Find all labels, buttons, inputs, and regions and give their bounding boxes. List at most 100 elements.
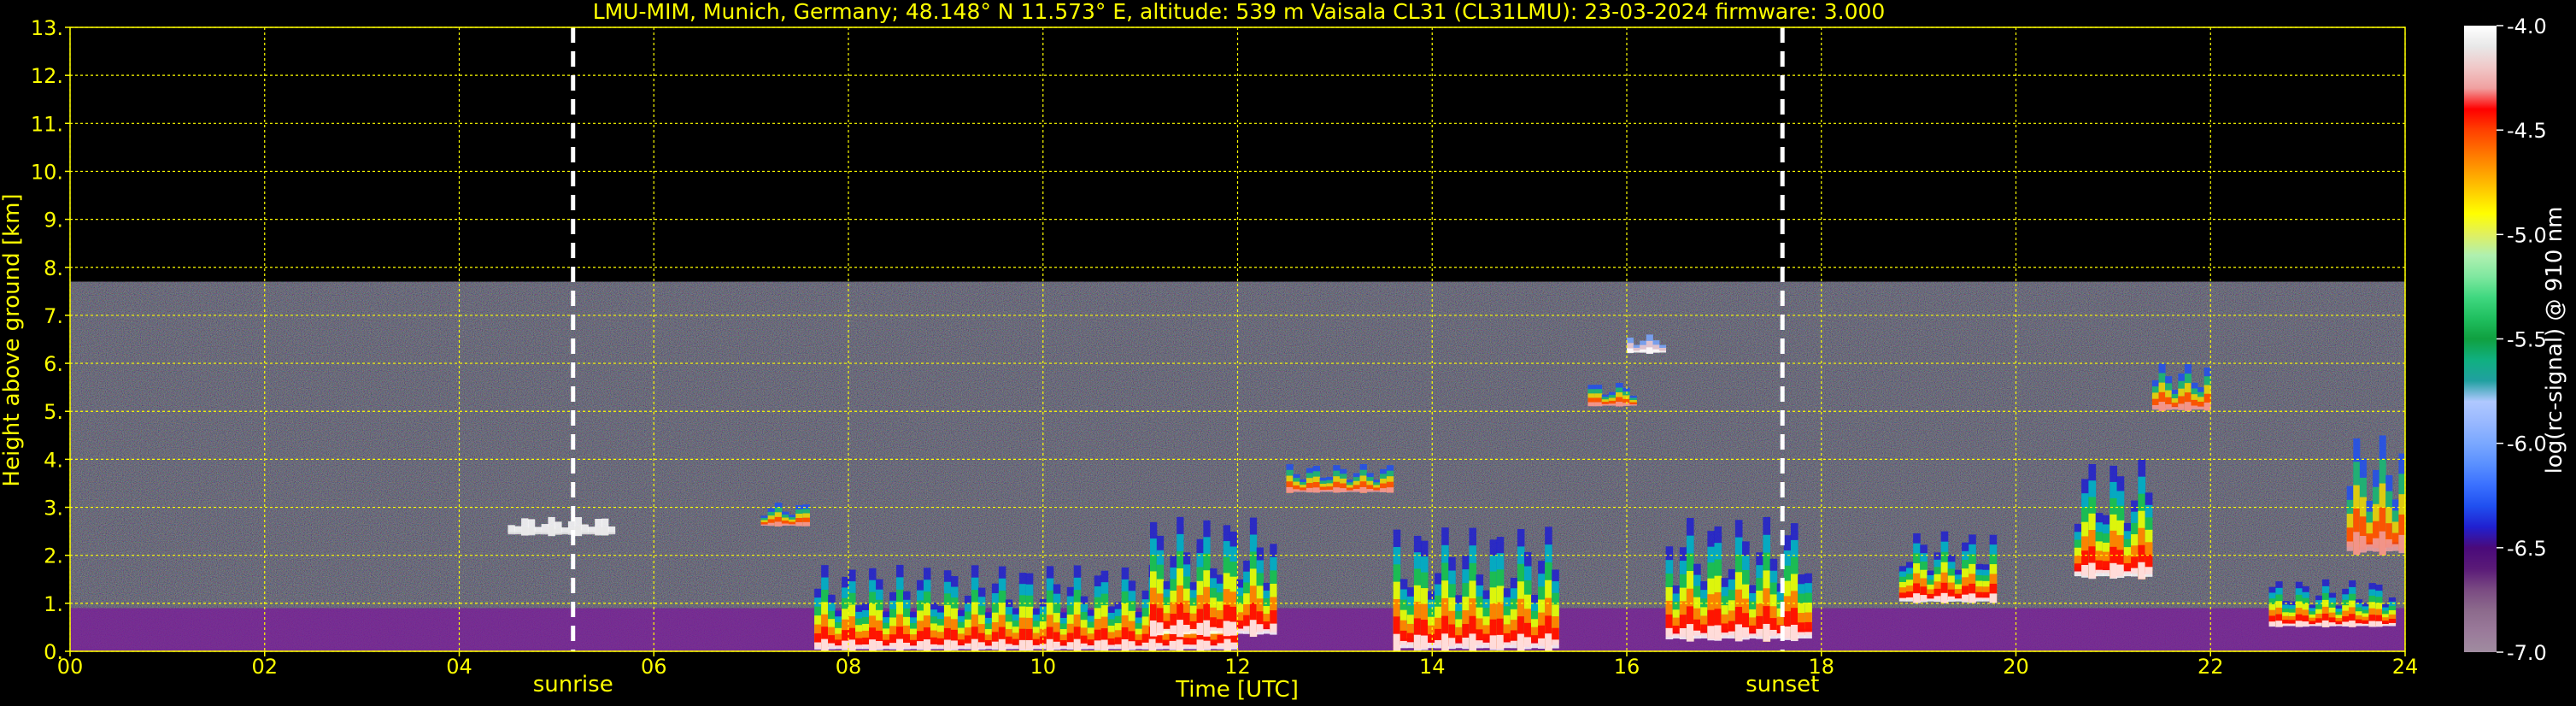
layer-segment — [1608, 403, 1617, 406]
layer-segment — [1707, 626, 1715, 641]
layer-segment — [2309, 624, 2316, 627]
layer-segment — [1420, 635, 1429, 650]
colorbar-tick-label: -6.0 — [2507, 432, 2547, 456]
layer-segment — [2346, 541, 2354, 551]
layer-segment — [1428, 642, 1435, 649]
layer-segment — [1756, 628, 1763, 639]
layer-segment — [1163, 628, 1171, 634]
y-tick-label: 10. — [31, 160, 63, 184]
layer-segment — [1189, 644, 1198, 650]
layer-segment — [1094, 640, 1102, 650]
layer-segment — [1517, 633, 1525, 651]
layer-segment — [855, 644, 863, 650]
layer-segment — [2088, 562, 2097, 580]
layer-segment — [2165, 404, 2173, 410]
layer-segment — [1448, 638, 1456, 650]
layer-segment — [1150, 620, 1158, 637]
layer-segment — [2373, 538, 2380, 552]
layer-segment — [1059, 645, 1068, 650]
colorbar-gradient — [2464, 26, 2497, 652]
layer-segment — [1300, 490, 1307, 492]
layer-segment — [1629, 404, 1637, 406]
layer-segment — [889, 643, 897, 650]
layer-segment — [1435, 639, 1442, 649]
layer-segment — [977, 642, 986, 650]
layer-segment — [2171, 407, 2179, 410]
layer-segment — [1386, 487, 1394, 493]
layer-segment — [1633, 350, 1640, 353]
layer-segment — [1210, 645, 1218, 650]
layer-segment — [1223, 621, 1231, 637]
layer-segment — [2375, 621, 2383, 627]
layer-segment — [1969, 593, 1976, 603]
layer-segment — [1230, 642, 1238, 650]
layer-segment — [2355, 623, 2363, 627]
y-tick-label: 3. — [44, 497, 63, 521]
layer-segment — [1326, 489, 1334, 492]
layer-segment — [1346, 490, 1354, 492]
layer-segment — [1927, 598, 1935, 602]
layer-segment — [555, 528, 562, 535]
layer-segment — [1462, 638, 1470, 650]
layer-segment — [1025, 639, 1034, 651]
layer-segment — [1319, 490, 1327, 492]
layer-segment — [1046, 638, 1054, 651]
layer-segment — [548, 527, 555, 537]
layer-segment — [1489, 635, 1498, 650]
layer-segment — [1203, 640, 1212, 650]
layer-segment — [930, 644, 938, 650]
layer-segment — [1658, 350, 1667, 353]
x-tick-label: 12 — [1224, 655, 1251, 679]
layer-segment — [2158, 402, 2166, 412]
colorbar: -4.0 -4.5 -5.0 -5.5 -6.0 -6.5 -7.0 log(rc-sign… — [2464, 15, 2567, 665]
layer-segment — [1012, 644, 1020, 650]
layer-segment — [1615, 402, 1623, 407]
layer-segment — [521, 527, 529, 536]
layer-segment — [1393, 633, 1401, 651]
x-tick-label: 02 — [251, 655, 278, 679]
layer-segment — [957, 645, 965, 650]
layer-segment — [1032, 644, 1041, 650]
layer-segment — [1333, 487, 1341, 493]
layer-segment — [1399, 640, 1408, 649]
plot-area — [69, 26, 2406, 652]
layer-segment — [595, 527, 602, 536]
layer-segment — [1380, 488, 1388, 492]
layer-segment — [574, 527, 583, 537]
y-tick-label: 13. — [31, 16, 63, 40]
layer-segment — [1128, 641, 1136, 650]
layer-segment — [1177, 620, 1184, 638]
colorbar-tick-label: -5.5 — [2507, 328, 2547, 352]
colorbar-tick-label: -7.0 — [2507, 641, 2547, 665]
layer-segment — [1804, 632, 1812, 639]
layer-segment — [883, 645, 890, 650]
layer-segment — [909, 645, 918, 650]
x-tick-label: 22 — [2198, 655, 2224, 679]
layer-segment — [781, 523, 789, 527]
layer-segment — [1982, 597, 1991, 602]
layer-segment — [1728, 631, 1736, 639]
layer-segment — [2116, 564, 2125, 579]
colorbar-tick-label: -4.5 — [2507, 119, 2547, 143]
x-tick-label: 10 — [1030, 655, 1056, 679]
layer-segment — [2268, 621, 2276, 627]
layer-segment — [1413, 634, 1422, 650]
layer-segment — [1107, 644, 1116, 650]
x-axis-label: Time [UTC] — [1175, 677, 1299, 703]
layer-segment — [1176, 639, 1184, 651]
layer-segment — [1482, 642, 1491, 649]
layer-segment — [1306, 487, 1314, 493]
layer-segment — [1196, 622, 1204, 635]
layer-segment — [1523, 637, 1532, 650]
layer-segment — [1229, 621, 1237, 636]
layer-segment — [767, 522, 776, 527]
layer-segment — [1366, 489, 1374, 492]
x-tick-label: 08 — [836, 655, 862, 679]
layer-segment — [1763, 623, 1771, 642]
layer-segment — [1182, 625, 1191, 635]
layer-segment — [1080, 643, 1088, 650]
layer-segment — [1496, 634, 1505, 650]
layer-segment — [814, 642, 822, 650]
layer-segment — [1018, 639, 1027, 651]
layer-segment — [1510, 640, 1518, 649]
